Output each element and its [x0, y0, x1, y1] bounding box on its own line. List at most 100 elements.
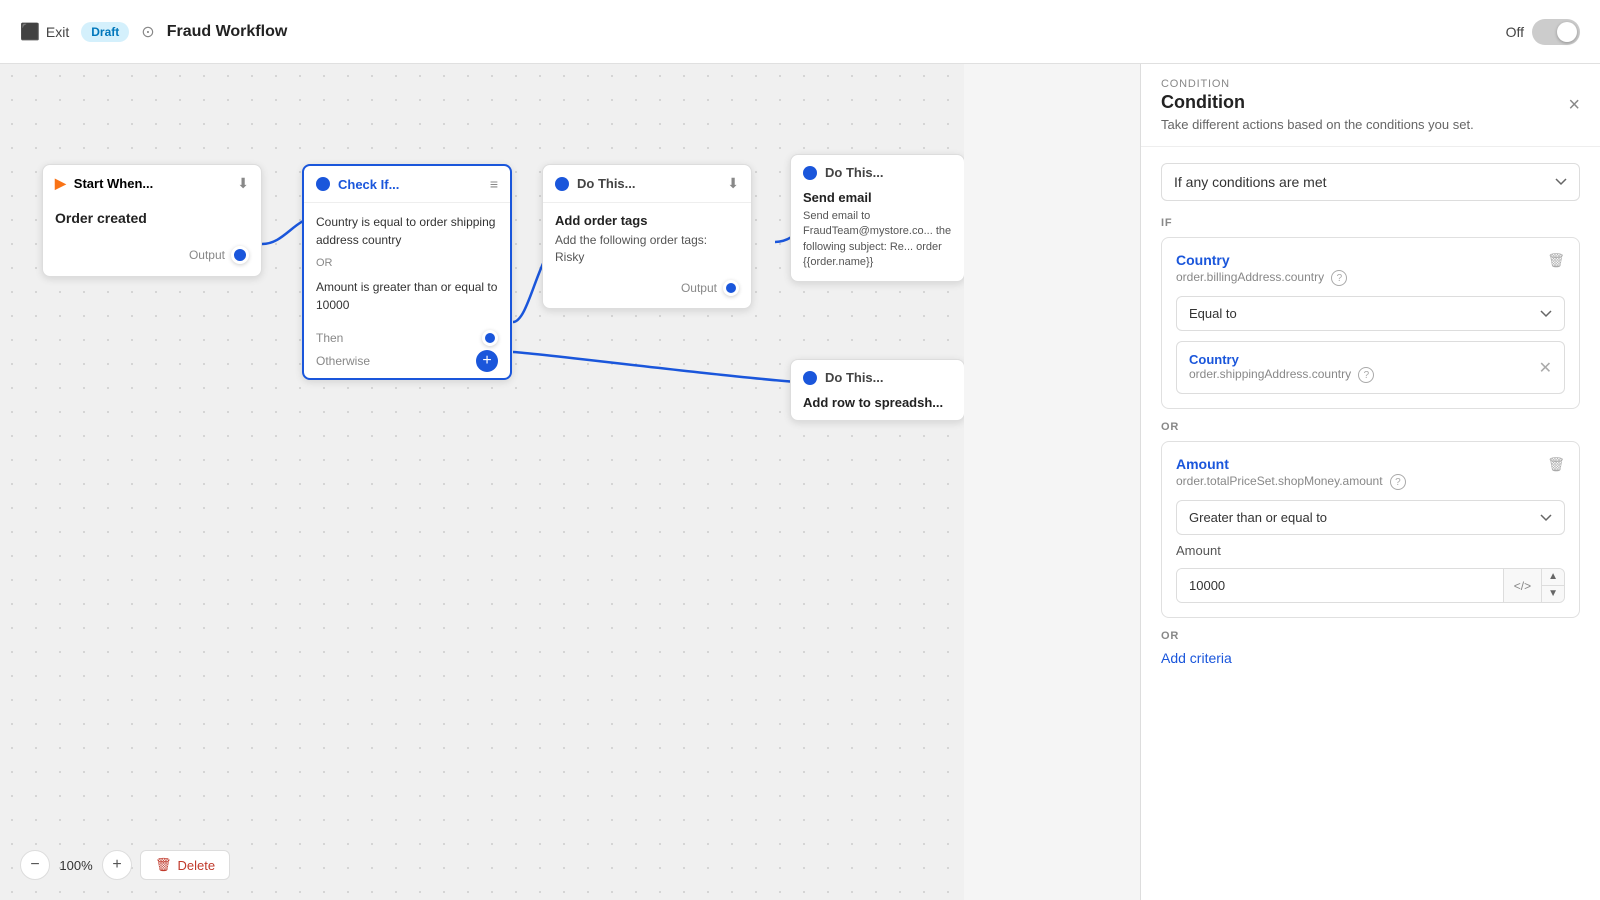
topbar: ⬛ Exit Draft ⊙ Fraud Workflow Off	[0, 0, 1600, 64]
condition2-field-path: order.totalPriceSet.shopMoney.amount ?	[1176, 474, 1565, 490]
condition1-value-name: Country	[1189, 352, 1374, 367]
panel-body: If any conditions are met IF Country ord…	[1141, 147, 1600, 684]
amount-input-section: Amount </> ▲ ▼	[1176, 543, 1565, 603]
panel-subtitle: Take different actions based on the cond…	[1161, 117, 1474, 132]
addrow-title: Do This...	[825, 370, 884, 385]
check-title-left: Check If...	[316, 177, 399, 192]
right-panel: CONDITION Condition Take different actio…	[1140, 64, 1600, 900]
condition1-value-block: Country order.shippingAddress.country ? …	[1176, 341, 1565, 394]
check-menu-btn[interactable]: ≡	[490, 176, 498, 192]
condition2-field-name: Amount	[1176, 456, 1565, 472]
amount-input[interactable]	[1177, 569, 1503, 602]
draft-badge: Draft	[81, 22, 129, 42]
topbar-left: ⬛ Exit Draft ⊙ Fraud Workflow	[20, 22, 287, 42]
panel-close-btn[interactable]: ×	[1568, 94, 1580, 117]
stepper-up-btn[interactable]: ▲	[1542, 569, 1564, 586]
addrow-title-left: Do This...	[803, 370, 884, 385]
condition2-block: Amount order.totalPriceSet.shopMoney.amo…	[1161, 441, 1580, 618]
panel-header-content: CONDITION Condition Take different actio…	[1161, 78, 1474, 132]
condition1-value-path-text: order.shippingAddress.country	[1189, 367, 1351, 381]
then-dot	[482, 330, 498, 346]
email-node: Do This... Send email Send email to Frau…	[790, 154, 964, 282]
do1-title: Do This...	[577, 176, 636, 191]
start-output-label: Output	[189, 248, 225, 262]
panel-header: CONDITION Condition Take different actio…	[1141, 64, 1600, 147]
addrow-header: Do This...	[791, 360, 964, 395]
if-label: IF	[1161, 217, 1580, 229]
exit-icon: ⬛	[20, 22, 40, 42]
condition2-delete-btn[interactable]: 🗑	[1547, 456, 1565, 473]
do1-action-btn[interactable]: ⬇	[727, 175, 739, 192]
or-divider-1: OR	[1161, 421, 1580, 433]
condition1-field-name: Country	[1176, 252, 1565, 268]
start-node-label: Order created	[43, 202, 261, 242]
add-criteria-btn[interactable]: Add criteria	[1161, 650, 1232, 666]
delete-label: Delete	[178, 858, 216, 873]
email-body: Send email Send email to FraudTeam@mysto…	[791, 190, 964, 281]
exit-button[interactable]: ⬛ Exit	[20, 22, 69, 42]
check-body: Country is equal to order shipping addre…	[304, 203, 510, 324]
do1-output-label: Output	[681, 281, 717, 295]
or-divider-2: OR	[1161, 630, 1580, 642]
then-label: Then	[316, 331, 343, 345]
start-play-icon: ▶	[55, 175, 66, 192]
condition1-path-text: order.billingAddress.country	[1176, 270, 1324, 284]
condition1-value-content: Country order.shippingAddress.country ?	[1189, 352, 1374, 383]
condition1-value-path: order.shippingAddress.country ?	[1189, 367, 1374, 383]
email-title: Do This...	[825, 165, 884, 180]
condition1-operator-select[interactable]: Equal to	[1176, 296, 1565, 331]
condition1-clear-btn[interactable]: ✕	[1539, 358, 1552, 378]
topbar-right: Off	[1506, 19, 1580, 45]
main-layout: ▶ Start When... ⬇ Order created Output C…	[0, 64, 1600, 900]
email-header: Do This...	[791, 155, 964, 190]
condition1-value-help-icon[interactable]: ?	[1358, 367, 1374, 383]
do1-header: Do This... ⬇	[543, 165, 751, 203]
zoom-value: 100%	[58, 858, 94, 873]
start-node-header: ▶ Start When... ⬇	[43, 165, 261, 202]
check-footer: Then Otherwise +	[304, 324, 510, 378]
do1-output: Output	[543, 276, 751, 308]
exit-label: Exit	[46, 24, 69, 40]
check-condition1: Country is equal to order shipping addre…	[316, 213, 498, 249]
toggle-label: Off	[1506, 24, 1524, 40]
condition2-help-icon[interactable]: ?	[1390, 474, 1406, 490]
email-dot	[803, 166, 817, 180]
check-then-row: Then	[316, 330, 498, 346]
email-action-title: Send email	[803, 190, 952, 205]
do1-body: Add order tags Add the following order t…	[543, 203, 751, 276]
delete-btn[interactable]: 🗑 Delete	[140, 850, 230, 880]
conditions-select-row: If any conditions are met	[1161, 163, 1580, 201]
amount-label: Amount	[1176, 543, 1565, 558]
conditions-select[interactable]: If any conditions are met	[1161, 163, 1580, 201]
condition1-help-icon[interactable]: ?	[1331, 270, 1347, 286]
start-action-btn[interactable]: ⬇	[237, 175, 249, 192]
check-condition2: Amount is greater than or equal to 10000	[316, 278, 498, 314]
do1-dot	[555, 177, 569, 191]
toggle-switch[interactable]	[1532, 19, 1580, 45]
otherwise-add-btn[interactable]: +	[476, 350, 498, 372]
start-output-dot	[231, 246, 249, 264]
condition1-delete-btn[interactable]: 🗑	[1547, 252, 1565, 269]
check-dot	[316, 177, 330, 191]
start-node: ▶ Start When... ⬇ Order created Output	[42, 164, 262, 277]
code-icon: </>	[1503, 569, 1541, 602]
workflow-canvas[interactable]: ▶ Start When... ⬇ Order created Output C…	[0, 64, 964, 900]
do1-action-desc: Add the following order tags: Risky	[555, 232, 739, 266]
start-output: Output	[43, 242, 261, 276]
check-node-header: Check If... ≡	[304, 166, 510, 203]
check-node[interactable]: Check If... ≡ Country is equal to order …	[302, 164, 512, 380]
start-title: Start When...	[74, 176, 153, 191]
stepper-down-btn[interactable]: ▼	[1542, 586, 1564, 602]
check-otherwise-row: Otherwise +	[316, 350, 498, 372]
amount-stepper: ▲ ▼	[1541, 569, 1564, 602]
trash-icon: 🗑	[155, 857, 172, 873]
condition2-path-text: order.totalPriceSet.shopMoney.amount	[1176, 474, 1383, 488]
condition2-operator-select[interactable]: Greater than or equal to	[1176, 500, 1565, 535]
do1-title-left: Do This...	[555, 176, 636, 191]
email-action-desc: Send email to FraudTeam@mystore.co... th…	[803, 209, 952, 271]
zoom-out-btn[interactable]: −	[20, 850, 50, 880]
zoom-in-btn[interactable]: +	[102, 850, 132, 880]
canvas-controls: − 100% + 🗑 Delete	[20, 850, 230, 880]
addrow-action-title: Add row to spreadsh...	[803, 395, 952, 410]
otherwise-label: Otherwise	[316, 354, 370, 368]
